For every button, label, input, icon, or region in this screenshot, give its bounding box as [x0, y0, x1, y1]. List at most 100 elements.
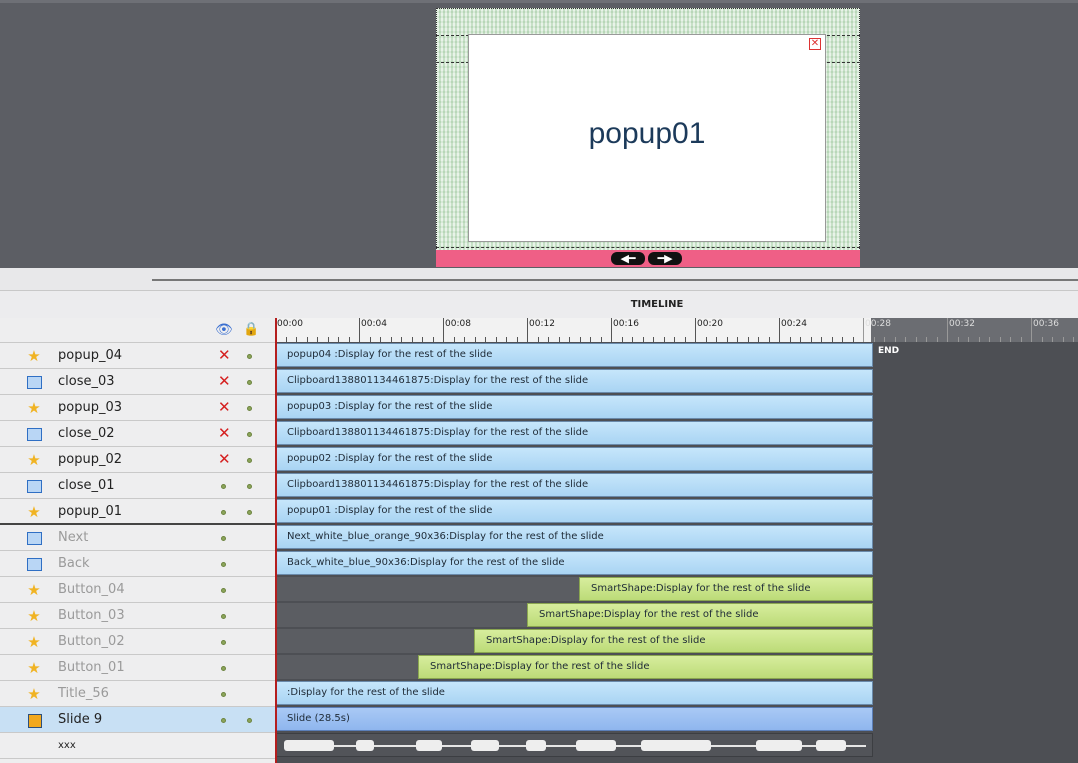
- layer-row[interactable]: close_02 ✕: [0, 421, 275, 447]
- layer-row[interactable]: close_01: [0, 473, 275, 499]
- slide-icon: [26, 712, 42, 728]
- lock-toggle[interactable]: [247, 406, 252, 411]
- hidden-toggle-icon[interactable]: ✕: [218, 372, 231, 390]
- layer-row[interactable]: Slide 9: [0, 707, 275, 733]
- layer-row[interactable]: ★ popup_01: [0, 499, 275, 525]
- star-icon: ★: [27, 347, 41, 365]
- lock-toggle[interactable]: [247, 354, 252, 359]
- timeline-bar[interactable]: Next_white_blue_orange_90x36:Display for…: [275, 525, 873, 549]
- layer-row[interactable]: ★ popup_04 ✕: [0, 343, 275, 369]
- star-icon: ★: [27, 659, 41, 677]
- waveform-segment: [356, 740, 374, 751]
- layer-row[interactable]: Next: [0, 525, 275, 551]
- bar-label: Slide (28.5s): [287, 713, 350, 724]
- timeline-bar[interactable]: :Display for the rest of the slide: [275, 681, 873, 705]
- timeline-bar[interactable]: SmartShape:Display for the rest of the s…: [579, 577, 873, 601]
- timeline-bar[interactable]: Back_white_blue_90x36:Display for the re…: [275, 551, 873, 575]
- layer-row[interactable]: ★ Button_04: [0, 577, 275, 603]
- star-icon: ★: [27, 451, 41, 469]
- image-icon: [26, 426, 42, 442]
- eye-icon[interactable]: 👁: [215, 322, 233, 338]
- lock-toggle[interactable]: [247, 458, 252, 463]
- image-icon: [26, 374, 42, 390]
- timeline-bar[interactable]: popup01 :Display for the rest of the sli…: [275, 499, 873, 523]
- visibility-toggle[interactable]: [221, 510, 226, 515]
- visibility-toggle[interactable]: [221, 614, 226, 619]
- ruler-tick-label: 00:28: [865, 319, 891, 329]
- layer-name: Next: [58, 530, 89, 545]
- timeline-bar[interactable]: popup03 :Display for the rest of the sli…: [275, 395, 873, 419]
- layer-name: xxx: [58, 740, 76, 751]
- waveform-segment: [416, 740, 442, 751]
- lock-toggle[interactable]: [247, 510, 252, 515]
- lock-toggle[interactable]: [247, 718, 252, 723]
- stage-top-border: [0, 0, 1078, 3]
- playhead[interactable]: [275, 318, 277, 763]
- splitter-grip[interactable]: [152, 279, 1078, 281]
- lock-icon[interactable]: 🔒: [243, 322, 259, 337]
- timeline-bar[interactable]: Clipboard138801134461875:Display for the…: [275, 369, 873, 393]
- layer-row[interactable]: ★ Title_56: [0, 681, 275, 707]
- visibility-toggle[interactable]: [221, 718, 226, 723]
- back-button[interactable]: ◀━: [611, 252, 645, 265]
- waveform-segment: [526, 740, 546, 751]
- layer-name: close_01: [58, 478, 115, 493]
- ruler-tick-label: 00:04: [361, 319, 387, 329]
- timeline-bar[interactable]: SmartShape:Display for the rest of the s…: [527, 603, 873, 627]
- timeline-bar[interactable]: SmartShape:Display for the rest of the s…: [474, 629, 873, 653]
- ruler-tick-label: 00:32: [949, 319, 975, 329]
- layer-row[interactable]: ★ popup_02 ✕: [0, 447, 275, 473]
- bar-label: SmartShape:Display for the rest of the s…: [591, 583, 811, 594]
- visibility-toggle[interactable]: [221, 692, 226, 697]
- audio-waveform-bar[interactable]: [275, 733, 873, 757]
- lock-toggle[interactable]: [247, 484, 252, 489]
- timeline-bar[interactable]: Clipboard138801134461875:Display for the…: [275, 421, 873, 445]
- visibility-toggle[interactable]: [221, 562, 226, 567]
- bar-label: Clipboard138801134461875:Display for the…: [287, 375, 589, 386]
- layer-row[interactable]: ★ Button_02: [0, 629, 275, 655]
- timeline-bar[interactable]: popup04 :Display for the rest of the sli…: [275, 343, 873, 367]
- hidden-toggle-icon[interactable]: ✕: [218, 346, 231, 364]
- visibility-toggle[interactable]: [221, 666, 226, 671]
- lock-toggle[interactable]: [247, 380, 252, 385]
- popup-box[interactable]: ✕ popup01: [468, 34, 826, 242]
- layer-row[interactable]: ★ Button_03: [0, 603, 275, 629]
- ruler-tick: [359, 318, 360, 342]
- bar-label: SmartShape:Display for the rest of the s…: [486, 635, 706, 646]
- layer-name: Button_04: [58, 582, 125, 597]
- timeline-header: TIMELINE: [0, 290, 1078, 319]
- close-icon[interactable]: ✕: [809, 38, 821, 50]
- star-icon: ★: [27, 633, 41, 651]
- hidden-toggle-icon[interactable]: ✕: [218, 450, 231, 468]
- layer-name: popup_01: [58, 504, 122, 519]
- layer-row[interactable]: xxx: [0, 733, 275, 759]
- waveform-segment: [576, 740, 616, 751]
- timeline-bar[interactable]: SmartShape:Display for the rest of the s…: [418, 655, 873, 679]
- star-icon: ★: [27, 399, 41, 417]
- layer-row[interactable]: ★ Button_01: [0, 655, 275, 681]
- waveform-segment: [641, 740, 711, 751]
- hidden-toggle-icon[interactable]: ✕: [218, 424, 231, 442]
- visibility-toggle[interactable]: [221, 484, 226, 489]
- end-marker: END: [878, 346, 900, 356]
- star-icon: ★: [27, 503, 41, 521]
- visibility-toggle[interactable]: [221, 588, 226, 593]
- lock-toggle[interactable]: [247, 432, 252, 437]
- layer-row[interactable]: ★ popup_03 ✕: [0, 395, 275, 421]
- timeline-ruler[interactable]: 00:00 00:04 00:08 00:12 00:16 00:20 00:24 00:28…: [275, 318, 1078, 343]
- layer-row[interactable]: close_03 ✕: [0, 369, 275, 395]
- guide-line: [436, 247, 860, 248]
- timeline-bar[interactable]: Clipboard138801134461875:Display for the…: [275, 473, 873, 497]
- timeline-bar[interactable]: Slide (28.5s): [275, 707, 873, 731]
- waveform-segment: [756, 740, 802, 751]
- ruler-tick: [947, 318, 948, 342]
- layer-row[interactable]: Back: [0, 551, 275, 577]
- hidden-toggle-icon[interactable]: ✕: [218, 398, 231, 416]
- ruler-tick-label: 00:12: [529, 319, 555, 329]
- ruler-tick-label: 00:16: [613, 319, 639, 329]
- visibility-toggle[interactable]: [221, 536, 226, 541]
- next-button[interactable]: ━▶: [648, 252, 682, 265]
- timeline-bar[interactable]: popup02 :Display for the rest of the sli…: [275, 447, 873, 471]
- visibility-toggle[interactable]: [221, 640, 226, 645]
- ruler-tick-label: 00:00: [277, 319, 303, 329]
